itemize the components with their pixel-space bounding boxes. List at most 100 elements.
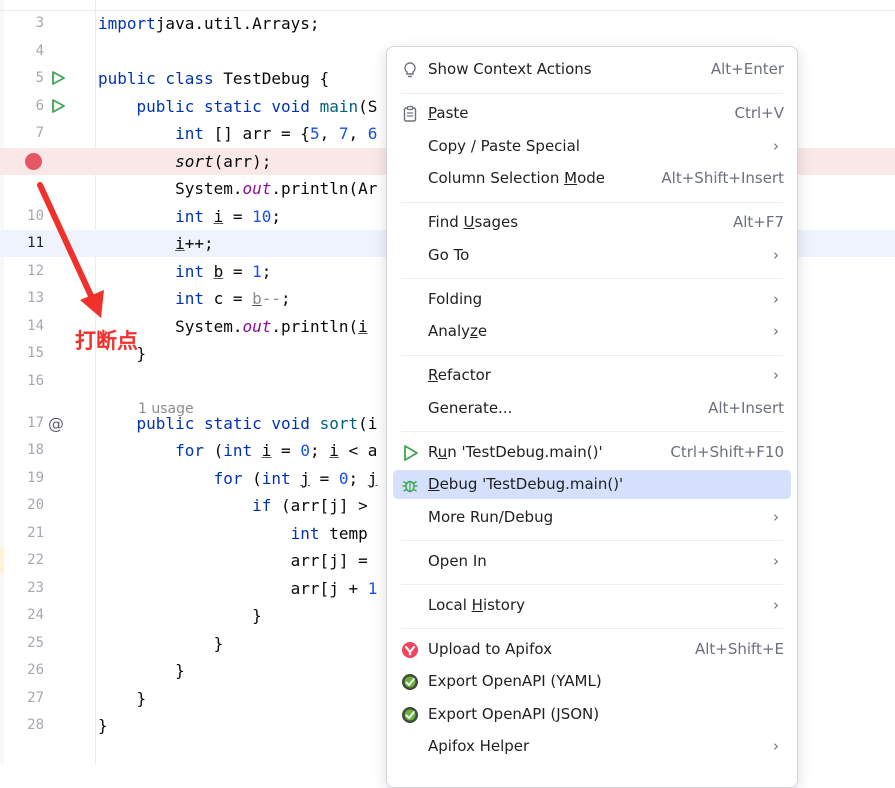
menu-item-refactor[interactable]: Refactor › bbox=[393, 361, 791, 390]
openapi-icon bbox=[401, 706, 419, 724]
breakpoint-icon[interactable] bbox=[25, 152, 42, 170]
line-number[interactable]: 7 bbox=[0, 120, 44, 147]
run-gutter-icon[interactable] bbox=[51, 98, 65, 113]
chevron-right-icon: › bbox=[773, 322, 779, 340]
line-number[interactable]: 28 bbox=[0, 712, 44, 739]
line-number[interactable]: 26 bbox=[0, 657, 44, 684]
menu-separator bbox=[401, 92, 783, 94]
openapi-icon bbox=[401, 673, 419, 691]
code-text: int temp bbox=[290, 523, 368, 543]
line-number[interactable]: 5 bbox=[0, 65, 44, 92]
menu-item-analyze[interactable]: Analyze › bbox=[393, 317, 791, 346]
override-at-icon[interactable]: @ bbox=[48, 410, 64, 437]
menu-item-label: Find Usages bbox=[428, 213, 519, 231]
menu-item-paste[interactable]: Paste Ctrl+V bbox=[393, 99, 791, 128]
menu-item-apifox-helper[interactable]: Apifox Helper › bbox=[393, 732, 791, 761]
menu-separator bbox=[401, 431, 783, 432]
menu-item-run[interactable]: Run 'TestDebug.main()' Ctrl+Shift+F10 bbox=[393, 438, 791, 467]
line-number[interactable]: 12 bbox=[0, 258, 44, 285]
clipboard-icon bbox=[401, 105, 419, 123]
debug-bug-icon bbox=[401, 476, 419, 494]
menu-item-export-openapi-yaml[interactable]: Export OpenAPI (YAML) bbox=[393, 667, 791, 696]
chevron-right-icon: › bbox=[773, 245, 779, 264]
menu-item-folding[interactable]: Folding › bbox=[393, 285, 791, 314]
code-text: i++; bbox=[175, 234, 214, 253]
line-number[interactable]: 15 bbox=[0, 340, 44, 367]
menu-item-column-selection-mode[interactable]: Column Selection Mode Alt+Shift+Insert bbox=[393, 164, 791, 193]
menu-item-shortcut: Alt+Shift+E bbox=[694, 639, 784, 658]
code-line[interactable]: 3 importjava.util.Arrays; bbox=[0, 10, 895, 37]
menu-separator bbox=[401, 201, 783, 203]
menu-separator bbox=[401, 278, 783, 279]
menu-separator bbox=[401, 584, 783, 585]
line-number[interactable]: 3 bbox=[0, 10, 44, 37]
menu-item-shortcut: Ctrl+V bbox=[734, 104, 784, 122]
line-number[interactable]: 6 bbox=[0, 93, 44, 120]
menu-item-open-in[interactable]: Open In › bbox=[393, 547, 791, 576]
menu-separator bbox=[401, 354, 783, 356]
code-text: } bbox=[98, 716, 108, 735]
code-text: arr[j + 1 bbox=[98, 578, 378, 598]
menu-separator bbox=[401, 540, 783, 541]
line-number[interactable]: 16 bbox=[0, 368, 44, 395]
menu-item-shortcut: Alt+Shift+Insert bbox=[661, 169, 784, 187]
line-number[interactable]: 10 bbox=[0, 203, 44, 230]
menu-item-label: Show Context Actions bbox=[428, 60, 592, 78]
menu-item-shortcut: Alt+Enter bbox=[710, 60, 784, 78]
menu-item-debug[interactable]: Debug 'TestDebug.main()' bbox=[393, 470, 791, 499]
run-icon bbox=[401, 444, 419, 462]
chevron-right-icon: › bbox=[773, 366, 779, 384]
line-number[interactable]: 18 bbox=[0, 437, 44, 464]
menu-item-generate[interactable]: Generate... Alt+Insert bbox=[393, 394, 791, 423]
line-number[interactable]: 4 bbox=[0, 38, 44, 65]
menu-item-more-run-debug[interactable]: More Run/Debug › bbox=[393, 503, 791, 532]
menu-item-local-history[interactable]: Local History › bbox=[393, 591, 791, 620]
line-number[interactable]: 17 bbox=[0, 410, 44, 437]
menu-item-label: Copy / Paste Special bbox=[428, 136, 580, 155]
code-text: } bbox=[98, 688, 147, 708]
line-number[interactable]: 24 bbox=[0, 602, 44, 629]
code-text: } bbox=[98, 633, 224, 653]
code-text: int c = b--; bbox=[175, 289, 291, 308]
menu-item-find-usages[interactable]: Find Usages Alt+F7 bbox=[393, 208, 791, 237]
menu-item-label: Column Selection Mode bbox=[428, 169, 605, 187]
chevron-right-icon: › bbox=[773, 289, 779, 308]
lightbulb-icon bbox=[401, 61, 419, 79]
line-number[interactable]: 21 bbox=[0, 520, 44, 547]
menu-item-label: Debug 'TestDebug.main()' bbox=[428, 475, 624, 493]
line-number[interactable]: 14 bbox=[0, 313, 44, 340]
menu-item-go-to[interactable]: Go To › bbox=[393, 241, 791, 270]
menu-item-label: Local History bbox=[428, 595, 526, 614]
menu-item-copy-paste-special[interactable]: Copy / Paste Special › bbox=[393, 132, 791, 161]
usage-hint[interactable]: 1 usage bbox=[138, 396, 194, 423]
menu-item-label: Generate... bbox=[428, 398, 513, 417]
line-number[interactable]: 22 bbox=[0, 547, 44, 574]
annotation-label: 打断点 bbox=[75, 329, 138, 353]
menu-item-label: Run 'TestDebug.main()' bbox=[428, 442, 603, 461]
code-text: } bbox=[98, 661, 185, 680]
code-text: int [] arr = {5, 7, 6 bbox=[175, 124, 378, 143]
line-number[interactable]: 27 bbox=[0, 685, 44, 712]
line-number[interactable]: 13 bbox=[0, 285, 44, 312]
chevron-right-icon: › bbox=[773, 136, 779, 155]
menu-item-upload-to-apifox[interactable]: Upload to Apifox Alt+Shift+E bbox=[393, 635, 791, 664]
chevron-right-icon: › bbox=[773, 595, 779, 614]
line-number[interactable]: 20 bbox=[0, 492, 44, 519]
line-number[interactable]: 19 bbox=[0, 465, 44, 492]
menu-item-export-openapi-json[interactable]: Export OpenAPI (JSON) bbox=[393, 700, 791, 729]
line-number[interactable]: 11 bbox=[0, 230, 44, 257]
menu-item-label: Paste bbox=[428, 104, 469, 122]
run-gutter-icon[interactable] bbox=[51, 71, 65, 85]
menu-separator bbox=[401, 628, 783, 629]
menu-item-show-context-actions[interactable]: Show Context Actions Alt+Enter bbox=[393, 55, 791, 84]
chevron-right-icon: › bbox=[773, 551, 779, 570]
line-number[interactable]: 23 bbox=[0, 575, 44, 602]
menu-item-label: Go To bbox=[428, 245, 470, 264]
menu-item-label: Refactor bbox=[428, 366, 491, 384]
line-number[interactable]: 25 bbox=[0, 630, 44, 657]
menu-item-label: Open In bbox=[428, 551, 487, 570]
menu-item-label: Folding bbox=[428, 289, 483, 308]
code-text: int i = 10; bbox=[175, 206, 282, 226]
code-text: System.out.println(i bbox=[98, 316, 368, 336]
menu-item-shortcut: Ctrl+Shift+F10 bbox=[670, 442, 784, 461]
